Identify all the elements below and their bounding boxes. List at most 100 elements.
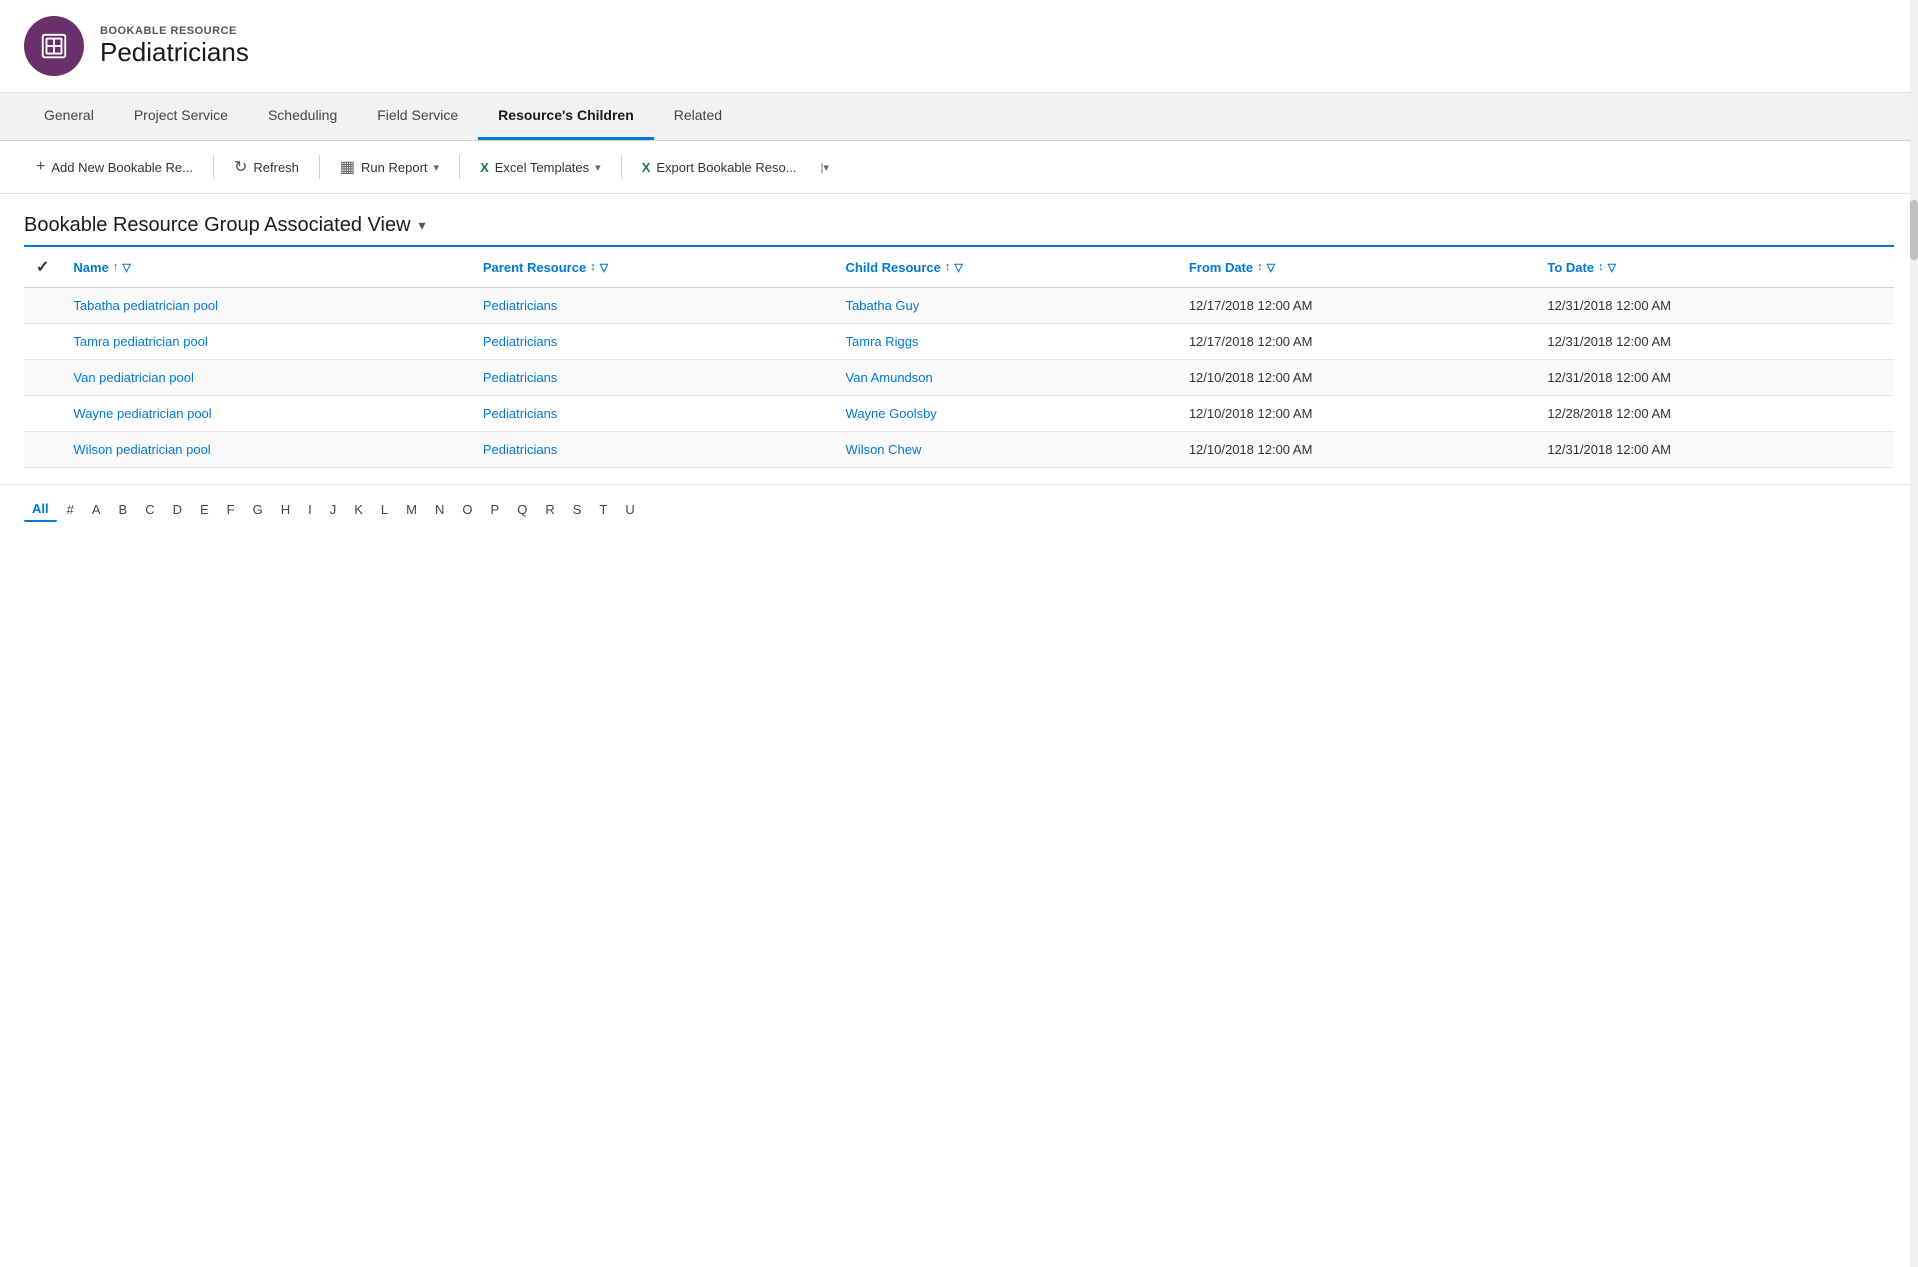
- alpha-item-c[interactable]: C: [137, 498, 162, 521]
- row-parent-1[interactable]: Pediatricians: [471, 324, 834, 360]
- toolbar-divider-2: [319, 155, 320, 179]
- col-child-resource: Child Resource ↕ ▽: [834, 246, 1177, 288]
- app-title: Pediatricians: [100, 37, 249, 68]
- alpha-item-h[interactable]: H: [273, 498, 298, 521]
- col-from-date: From Date ↕ ▽: [1177, 246, 1536, 288]
- parent-filter-icon[interactable]: ▽: [600, 261, 608, 274]
- row-from-4: 12/10/2018 12:00 AM: [1177, 432, 1536, 468]
- refresh-button[interactable]: ↻ Refresh: [222, 151, 311, 183]
- view-title: Bookable Resource Group Associated View: [24, 214, 411, 237]
- row-parent-4[interactable]: Pediatricians: [471, 432, 834, 468]
- row-name-4[interactable]: Wilson pediatrician pool: [61, 432, 470, 468]
- alpha-item-m[interactable]: M: [398, 498, 425, 521]
- alpha-item-#[interactable]: #: [59, 498, 82, 521]
- alpha-item-t[interactable]: T: [591, 498, 615, 521]
- row-child-3[interactable]: Wayne Goolsby: [834, 396, 1177, 432]
- alpha-item-a[interactable]: A: [84, 498, 109, 521]
- row-child-0[interactable]: Tabatha Guy: [834, 288, 1177, 324]
- child-filter-icon[interactable]: ▽: [954, 261, 962, 274]
- run-report-button[interactable]: ▦ Run Report ▾: [328, 151, 451, 183]
- alpha-item-r[interactable]: R: [537, 498, 562, 521]
- app-subtitle: BOOKABLE RESOURCE: [100, 25, 249, 37]
- row-to-4: 12/31/2018 12:00 AM: [1535, 432, 1894, 468]
- select-all-checkbox[interactable]: ✓: [24, 246, 61, 288]
- alpha-item-g[interactable]: G: [245, 498, 271, 521]
- child-sort-icon[interactable]: ↕: [945, 261, 951, 273]
- alpha-item-q[interactable]: Q: [509, 498, 535, 521]
- row-checkbox-4[interactable]: [24, 432, 61, 468]
- alpha-item-s[interactable]: S: [565, 498, 590, 521]
- row-checkbox-1[interactable]: [24, 324, 61, 360]
- table-row: Tabatha pediatrician pool Pediatricians …: [24, 288, 1894, 324]
- from-sort-icon[interactable]: ↕: [1257, 261, 1263, 273]
- tab-scheduling[interactable]: Scheduling: [248, 93, 357, 140]
- toolbar-divider-3: [459, 155, 460, 179]
- row-from-1: 12/17/2018 12:00 AM: [1177, 324, 1536, 360]
- table-row: Wilson pediatrician pool Pediatricians W…: [24, 432, 1894, 468]
- row-parent-0[interactable]: Pediatricians: [471, 288, 834, 324]
- table-row: Van pediatrician pool Pediatricians Van …: [24, 360, 1894, 396]
- to-sort-icon[interactable]: ↕: [1598, 261, 1604, 273]
- row-name-2[interactable]: Van pediatrician pool: [61, 360, 470, 396]
- alpha-item-all[interactable]: All: [24, 497, 57, 522]
- row-parent-3[interactable]: Pediatricians: [471, 396, 834, 432]
- row-name-0[interactable]: Tabatha pediatrician pool: [61, 288, 470, 324]
- export-dropdown-button[interactable]: |▾: [813, 155, 837, 180]
- row-checkbox-0[interactable]: [24, 288, 61, 324]
- alpha-item-i[interactable]: I: [300, 498, 320, 521]
- tab-general[interactable]: General: [24, 93, 114, 140]
- add-new-button[interactable]: + Add New Bookable Re...: [24, 152, 205, 182]
- excel-icon: X: [480, 160, 489, 175]
- alpha-item-l[interactable]: L: [373, 498, 396, 521]
- row-to-2: 12/31/2018 12:00 AM: [1535, 360, 1894, 396]
- alpha-item-u[interactable]: U: [617, 498, 642, 521]
- excel-templates-button[interactable]: X Excel Templates ▾: [468, 154, 613, 181]
- scrollbar-track[interactable]: [1910, 0, 1918, 1267]
- tab-project-service[interactable]: Project Service: [114, 93, 248, 140]
- logo-icon: [39, 31, 69, 61]
- table-row: Wayne pediatrician pool Pediatricians Wa…: [24, 396, 1894, 432]
- col-name: Name ↑ ▽: [61, 246, 470, 288]
- row-child-1[interactable]: Tamra Riggs: [834, 324, 1177, 360]
- parent-sort-icon[interactable]: ↕: [590, 261, 596, 273]
- tab-resources-children[interactable]: Resource's Children: [478, 93, 654, 140]
- alpha-item-j[interactable]: J: [322, 498, 345, 521]
- col-parent-resource: Parent Resource ↕ ▽: [471, 246, 834, 288]
- data-table: ✓ Name ↑ ▽ Parent Resource ↕ ▽: [24, 245, 1894, 468]
- plus-icon: +: [36, 158, 45, 176]
- row-parent-2[interactable]: Pediatricians: [471, 360, 834, 396]
- alpha-item-k[interactable]: K: [346, 498, 371, 521]
- alpha-item-d[interactable]: D: [165, 498, 190, 521]
- tab-field-service[interactable]: Field Service: [357, 93, 478, 140]
- row-child-4[interactable]: Wilson Chew: [834, 432, 1177, 468]
- alpha-item-f[interactable]: F: [219, 498, 243, 521]
- run-report-label: Run Report: [361, 160, 427, 175]
- name-filter-icon[interactable]: ▽: [122, 261, 130, 274]
- row-from-3: 12/10/2018 12:00 AM: [1177, 396, 1536, 432]
- row-name-1[interactable]: Tamra pediatrician pool: [61, 324, 470, 360]
- toolbar-divider-1: [213, 155, 214, 179]
- row-child-2[interactable]: Van Amundson: [834, 360, 1177, 396]
- run-report-chevron: ▾: [434, 161, 440, 174]
- tab-related[interactable]: Related: [654, 93, 742, 140]
- table-container: ✓ Name ↑ ▽ Parent Resource ↕ ▽: [0, 245, 1918, 484]
- export-button[interactable]: X Export Bookable Reso...: [630, 154, 809, 181]
- from-filter-icon[interactable]: ▽: [1267, 261, 1275, 274]
- alpha-item-p[interactable]: P: [483, 498, 508, 521]
- alpha-item-b[interactable]: B: [111, 498, 136, 521]
- row-to-0: 12/31/2018 12:00 AM: [1535, 288, 1894, 324]
- name-sort-icon[interactable]: ↑: [113, 261, 119, 273]
- col-to-date: To Date ↕ ▽: [1535, 246, 1894, 288]
- alpha-item-e[interactable]: E: [192, 498, 217, 521]
- row-checkbox-3[interactable]: [24, 396, 61, 432]
- table-header-row: ✓ Name ↑ ▽ Parent Resource ↕ ▽: [24, 246, 1894, 288]
- row-checkbox-2[interactable]: [24, 360, 61, 396]
- row-to-3: 12/28/2018 12:00 AM: [1535, 396, 1894, 432]
- alpha-item-n[interactable]: N: [427, 498, 452, 521]
- scrollbar-thumb[interactable]: [1910, 200, 1918, 260]
- refresh-label: Refresh: [253, 160, 299, 175]
- row-name-3[interactable]: Wayne pediatrician pool: [61, 396, 470, 432]
- to-filter-icon[interactable]: ▽: [1608, 261, 1616, 274]
- alpha-item-o[interactable]: O: [454, 498, 480, 521]
- view-title-chevron[interactable]: ▾: [419, 217, 426, 234]
